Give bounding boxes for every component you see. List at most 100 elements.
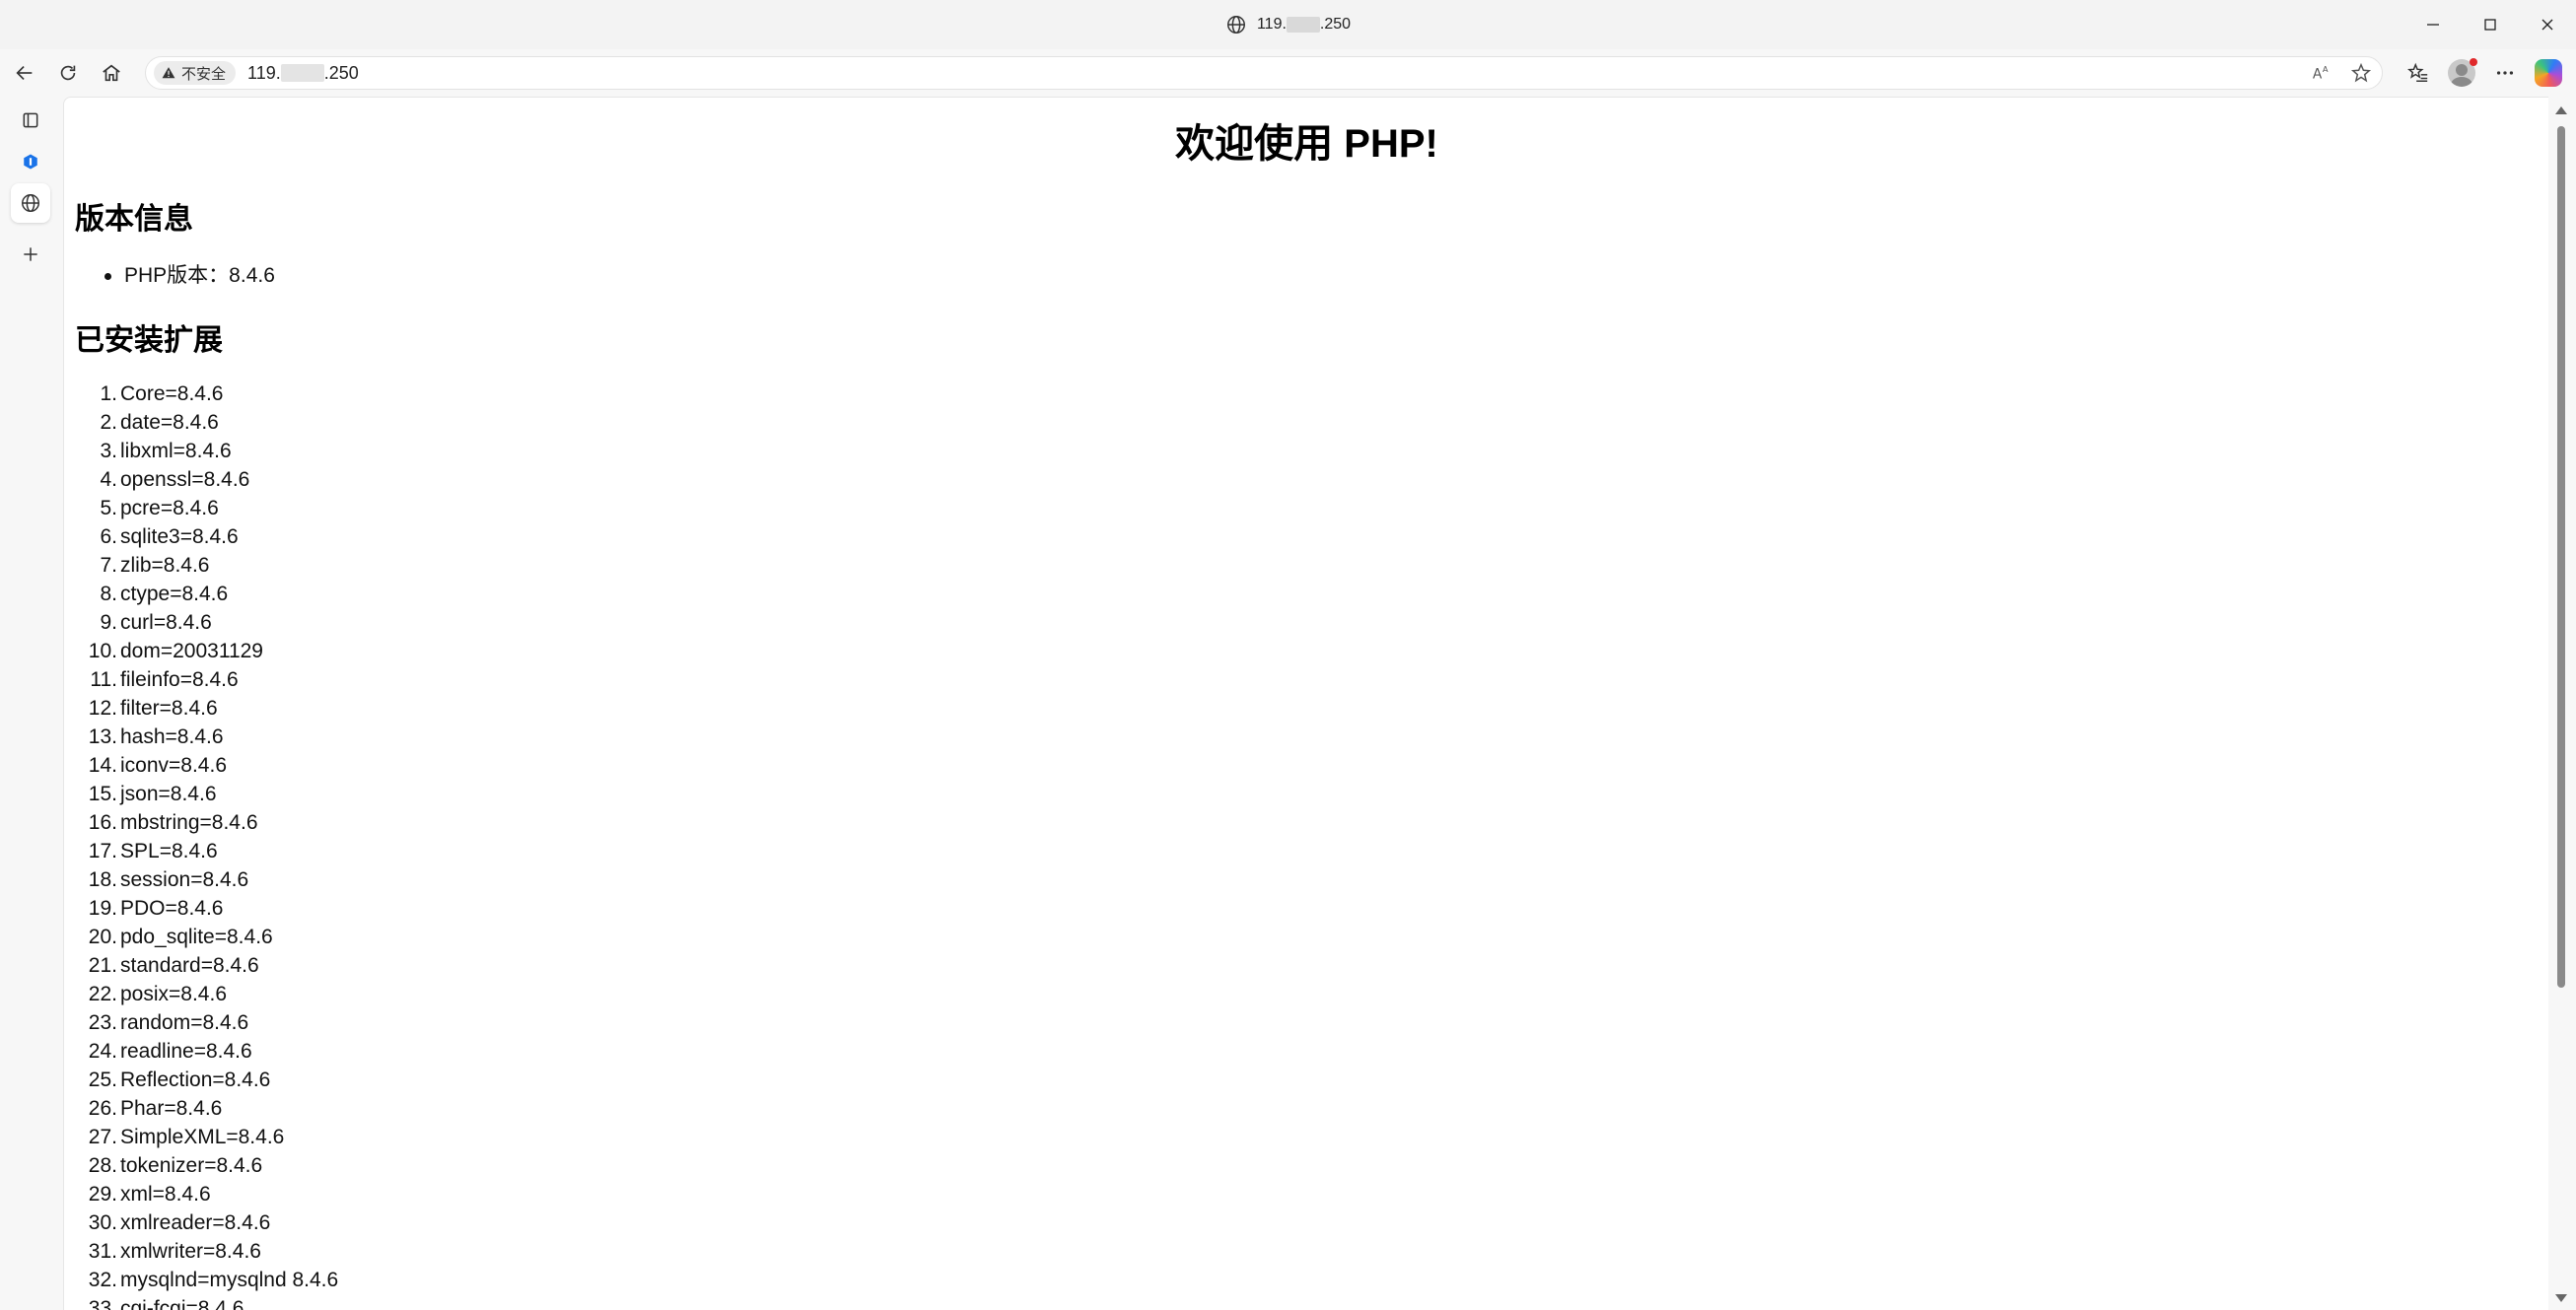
address-bar[interactable]: 不安全 119. .250 AA xyxy=(145,56,2383,90)
extension-text: dom=20031129 xyxy=(120,640,263,662)
extension-item: 27. SimpleXML=8.4.6 xyxy=(64,1123,338,1151)
extension-number: 6. xyxy=(100,525,117,548)
extension-item: 7. zlib=8.4.6 xyxy=(64,551,338,580)
extension-text: zlib=8.4.6 xyxy=(120,554,210,577)
extension-item: 3. libxml=8.4.6 xyxy=(64,437,338,465)
page-viewport: 欢迎使用 PHP! 版本信息 PHP版本：8.4.6 已安装扩展 1. Core=… xyxy=(63,97,2548,1310)
favorites-button[interactable] xyxy=(2397,51,2440,95)
maximize-icon xyxy=(2484,19,2496,31)
extension-number: 4. xyxy=(100,468,117,491)
redacted-block xyxy=(1286,16,1320,33)
extension-text: random=8.4.6 xyxy=(120,1011,249,1034)
minimize-icon xyxy=(2427,24,2439,26)
extension-text: mbstring=8.4.6 xyxy=(120,811,258,834)
extension-number: 25. xyxy=(88,1069,117,1091)
copilot-icon xyxy=(2535,59,2562,87)
scroll-up-arrow[interactable] xyxy=(2555,106,2567,114)
extension-number: 8. xyxy=(100,583,117,605)
url-text[interactable]: 119. .250 xyxy=(247,63,359,84)
extension-text: session=8.4.6 xyxy=(120,868,249,891)
extension-number: 30. xyxy=(88,1211,117,1234)
window-title-suffix: .250 xyxy=(1319,16,1352,33)
close-icon xyxy=(2541,19,2553,31)
scroll-down-arrow[interactable] xyxy=(2555,1294,2567,1302)
extension-number: 17. xyxy=(88,840,117,862)
extension-number: 3. xyxy=(100,440,117,462)
extension-item: 16. mbstring=8.4.6 xyxy=(64,808,338,837)
window-title-prefix: 119. xyxy=(1256,16,1287,33)
extension-number: 2. xyxy=(100,411,117,434)
extension-text: PDO=8.4.6 xyxy=(120,897,224,920)
extension-text: xmlwriter=8.4.6 xyxy=(120,1240,261,1263)
extension-text: standard=8.4.6 xyxy=(120,954,259,977)
security-indicator[interactable]: 不安全 xyxy=(154,61,237,85)
extension-item: 2. date=8.4.6 xyxy=(64,408,338,437)
extension-number: 14. xyxy=(88,754,117,777)
extension-item: 33. cgi-fcgi=8.4.6 xyxy=(64,1294,338,1310)
extension-item: 25. Reflection=8.4.6 xyxy=(64,1066,338,1094)
version-list: PHP版本：8.4.6 xyxy=(104,261,275,290)
extension-number: 9. xyxy=(100,611,117,634)
extension-number: 23. xyxy=(88,1011,117,1034)
tab-actions-button[interactable] xyxy=(11,101,50,140)
globe-icon xyxy=(1226,16,1245,34)
home-button[interactable] xyxy=(90,51,133,95)
extension-item: 20. pdo_sqlite=8.4.6 xyxy=(64,923,338,951)
version-heading: 版本信息 xyxy=(75,203,193,236)
copilot-button[interactable] xyxy=(2527,51,2570,95)
more-button[interactable] xyxy=(2483,51,2527,95)
extension-item: 24. readline=8.4.6 xyxy=(64,1037,338,1066)
star-icon[interactable] xyxy=(2350,62,2372,84)
extension-number: 21. xyxy=(88,954,117,977)
extension-item: 4. openssl=8.4.6 xyxy=(64,465,338,494)
extension-number: 15. xyxy=(88,783,117,805)
extension-item: 8. ctype=8.4.6 xyxy=(64,580,338,608)
title-bar: 119. .250 xyxy=(0,0,2576,49)
scrollbar-thumb[interactable] xyxy=(2557,126,2565,988)
extension-text: SimpleXML=8.4.6 xyxy=(120,1126,285,1148)
extension-text: posix=8.4.6 xyxy=(120,983,227,1005)
extension-item: 30. xmlreader=8.4.6 xyxy=(64,1208,338,1237)
extension-text: iconv=8.4.6 xyxy=(120,754,227,777)
extension-number: 19. xyxy=(88,897,117,920)
extension-number: 16. xyxy=(88,811,117,834)
extension-item: 1. Core=8.4.6 xyxy=(64,379,338,408)
extension-text: filter=8.4.6 xyxy=(120,697,218,720)
extension-item: 29. xml=8.4.6 xyxy=(64,1180,338,1208)
extension-number: 11. xyxy=(90,668,117,691)
tab-current[interactable] xyxy=(11,183,50,223)
toolbar-right xyxy=(2397,49,2576,97)
extension-number: 27. xyxy=(88,1126,117,1148)
extension-text: xmlreader=8.4.6 xyxy=(120,1211,271,1234)
extension-text: readline=8.4.6 xyxy=(120,1040,252,1063)
extension-text: json=8.4.6 xyxy=(120,783,217,805)
extension-text: ctype=8.4.6 xyxy=(120,583,229,605)
back-button[interactable] xyxy=(3,51,46,95)
extension-text: pcre=8.4.6 xyxy=(120,497,219,519)
extension-item: 15. json=8.4.6 xyxy=(64,780,338,808)
extension-item: 18. session=8.4.6 xyxy=(64,865,338,894)
tab-panel-icon xyxy=(23,112,38,128)
more-icon xyxy=(2496,71,2514,75)
window-title: 119. .250 xyxy=(1225,14,1351,35)
extension-number: 13. xyxy=(88,725,117,748)
plus-icon xyxy=(24,247,37,261)
new-tab-button[interactable] xyxy=(11,235,50,274)
tab-extension[interactable] xyxy=(11,142,50,181)
extension-text: tokenizer=8.4.6 xyxy=(120,1154,263,1177)
extension-number: 18. xyxy=(88,868,117,891)
close-button[interactable] xyxy=(2519,0,2576,49)
extensions-heading: 已安装扩展 xyxy=(75,324,223,357)
extension-item: 17. SPL=8.4.6 xyxy=(64,837,338,865)
extension-text: date=8.4.6 xyxy=(120,411,219,434)
read-aloud-icon[interactable]: AA xyxy=(2311,62,2332,84)
favorites-icon xyxy=(2407,62,2428,82)
extension-item: 26. Phar=8.4.6 xyxy=(64,1094,338,1123)
maximize-button[interactable] xyxy=(2462,0,2519,49)
refresh-button[interactable] xyxy=(46,51,90,95)
profile-button[interactable] xyxy=(2440,51,2483,95)
extension-text: libxml=8.4.6 xyxy=(120,440,232,462)
extension-item: 23. random=8.4.6 xyxy=(64,1008,338,1037)
vertical-scrollbar[interactable] xyxy=(2548,97,2576,1310)
minimize-button[interactable] xyxy=(2404,0,2462,49)
